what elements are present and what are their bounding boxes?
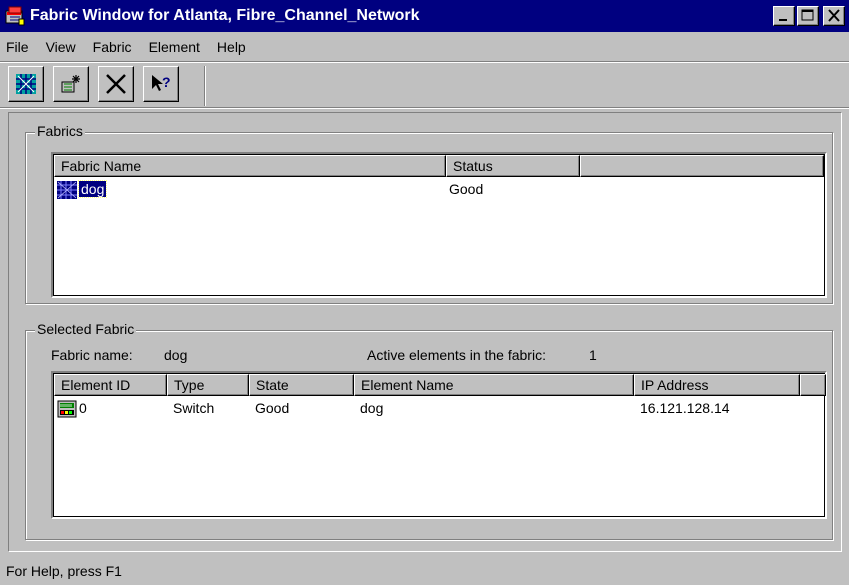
fabric-status-cell: Good	[449, 181, 484, 197]
delete-toolbar-button[interactable]	[98, 66, 134, 102]
selected-fabric-group: Selected Fabric Fabric name: dog Active …	[25, 321, 833, 540]
menu-fabric[interactable]: Fabric	[91, 39, 134, 55]
column-type[interactable]: Type	[167, 374, 249, 396]
delete-x-icon	[106, 74, 126, 94]
element-ip-cell: 16.121.128.14	[640, 400, 730, 416]
fabric-toolbar-button[interactable]	[8, 66, 44, 102]
toolbar: ?	[8, 66, 188, 106]
app-icon[interactable]	[4, 5, 26, 27]
fabrics-list[interactable]: Fabric Name Status dog Good	[51, 152, 827, 298]
column-ip-address[interactable]: IP Address	[634, 374, 800, 396]
column-empty[interactable]	[800, 374, 826, 396]
status-text: For Help, press F1	[6, 563, 122, 579]
menu-view[interactable]: View	[44, 39, 78, 55]
fabric-name-value: dog	[164, 347, 188, 363]
minimize-icon	[779, 19, 787, 21]
fabrics-group-label: Fabrics	[35, 123, 85, 139]
column-element-id[interactable]: Element ID	[54, 374, 167, 396]
menu-separator	[0, 61, 849, 63]
element-name-cell: dog	[360, 400, 384, 416]
minimize-button[interactable]	[773, 6, 795, 26]
close-button[interactable]	[823, 6, 845, 26]
discover-toolbar-button[interactable]	[53, 66, 89, 102]
toolbar-divider	[204, 66, 206, 106]
table-row[interactable]: dog Good	[55, 180, 825, 202]
fabric-row-icon	[57, 181, 77, 202]
window-title: Fabric Window for Atlanta, Fibre_Channel…	[30, 7, 420, 24]
menu-file[interactable]: File	[4, 39, 31, 55]
fabrics-list-header: Fabric Name Status	[54, 155, 824, 177]
elements-list-header: Element ID Type State Element Name IP Ad…	[54, 374, 826, 396]
fabric-name-cell: dog	[77, 180, 108, 198]
selected-fabric-group-label: Selected Fabric	[35, 321, 137, 337]
discover-icon	[61, 75, 80, 93]
fabric-name-label: Fabric name:	[51, 347, 133, 363]
context-help-icon: ?	[152, 74, 171, 91]
fabric-window: Fabric Window for Atlanta, Fibre_Channel…	[0, 0, 849, 585]
svg-text:?: ?	[162, 74, 171, 90]
active-elements-label: Active elements in the fabric:	[367, 347, 546, 363]
maximize-icon	[801, 9, 814, 21]
status-bar: For Help, press F1	[0, 558, 849, 585]
menu-bar: File View Fabric Element Help	[0, 34, 849, 60]
context-help-toolbar-button[interactable]: ?	[143, 66, 179, 102]
fabrics-group: Fabrics Fabric Name Status dog Good	[25, 123, 833, 304]
table-row[interactable]: 0 Switch Good dog 16.121.128.14	[55, 399, 825, 421]
active-elements-value: 1	[589, 347, 597, 363]
title-bar[interactable]: Fabric Window for Atlanta, Fibre_Channel…	[0, 0, 849, 32]
client-area: Fabrics Fabric Name Status dog Good Sele…	[8, 112, 842, 552]
column-status[interactable]: Status	[446, 155, 580, 177]
menu-element[interactable]: Element	[147, 39, 202, 55]
toolbar-separator	[0, 107, 849, 109]
element-id-cell: 0	[79, 400, 87, 416]
menu-help[interactable]: Help	[215, 39, 248, 55]
switch-icon	[57, 400, 77, 421]
maximize-button[interactable]	[797, 6, 819, 26]
fabric-icon	[16, 74, 36, 94]
element-state-cell: Good	[255, 400, 290, 416]
column-state[interactable]: State	[249, 374, 354, 396]
column-element-name[interactable]: Element Name	[354, 374, 634, 396]
column-empty[interactable]	[580, 155, 824, 177]
close-icon	[828, 9, 840, 22]
elements-list[interactable]: Element ID Type State Element Name IP Ad…	[51, 371, 827, 519]
column-fabric-name[interactable]: Fabric Name	[54, 155, 446, 177]
element-type-cell: Switch	[173, 400, 215, 416]
